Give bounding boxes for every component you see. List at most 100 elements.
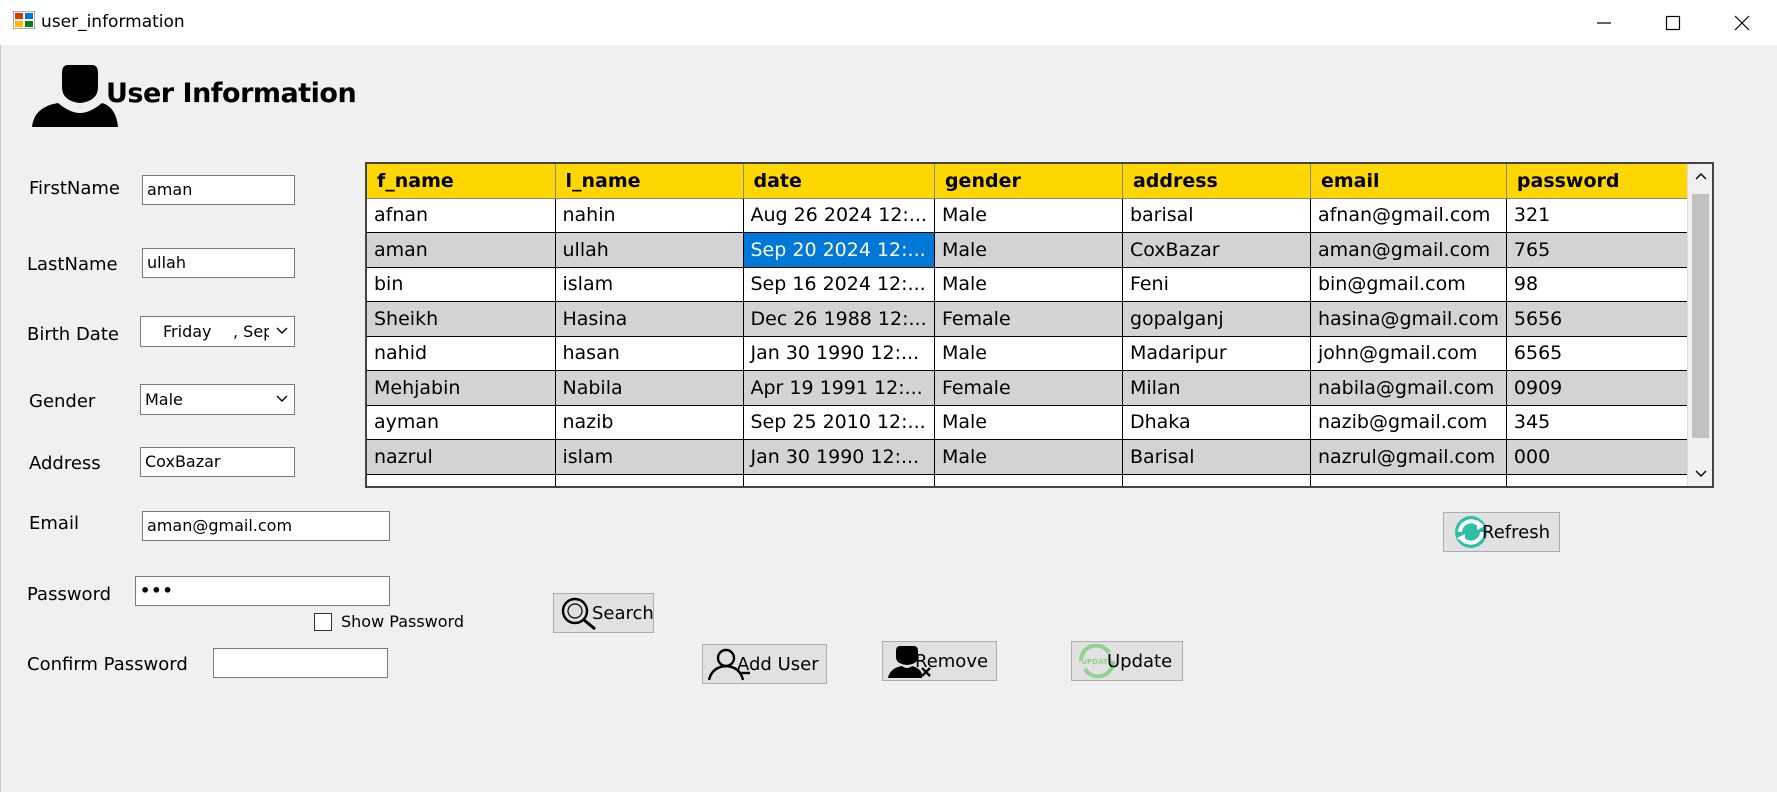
table-cell-email[interactable]: aman@gmail.com — [1310, 232, 1507, 268]
column-header-l-name[interactable]: l_name — [555, 164, 744, 199]
table-cell-date[interactable]: Sep 16 2024 12:... — [743, 267, 935, 302]
table-cell-gender[interactable]: Female — [934, 301, 1123, 337]
remove-button[interactable]: Remove — [882, 641, 997, 681]
table-cell-address[interactable]: Dhaka — [1122, 405, 1311, 440]
table-cell-l-name[interactable]: nahin — [555, 198, 744, 233]
table-cell-date[interactable]: Dec 26 1988 12:... — [743, 301, 935, 337]
table-cell-password[interactable]: 000 — [1506, 439, 1697, 475]
table-cell-address[interactable]: Barisal — [1122, 439, 1311, 475]
scroll-thumb[interactable] — [1692, 194, 1709, 438]
table-cell-date[interactable]: Sep 20 2024 12:... — [743, 232, 935, 268]
table-cell-l-name[interactable]: islam — [555, 439, 744, 475]
table-cell-f-name[interactable]: aman — [367, 232, 556, 268]
table-cell-gender[interactable]: Female — [934, 370, 1123, 406]
address-input[interactable]: CoxBazar — [140, 447, 295, 477]
table-cell-gender[interactable]: Male — [934, 336, 1123, 371]
table-cell-password[interactable]: 0909 — [1506, 370, 1697, 406]
birthdate-picker[interactable]: Friday , Sep — [140, 316, 295, 347]
gender-select[interactable]: Male — [140, 384, 295, 415]
table-cell-date[interactable]: Jan 30 1990 12:... — [743, 336, 935, 371]
table-cell-password[interactable]: 321 — [1506, 198, 1697, 233]
table-cell-gender[interactable]: Male — [934, 232, 1123, 268]
table-cell-address[interactable]: Milan — [1122, 370, 1311, 406]
confirm-password-input[interactable] — [213, 648, 388, 678]
lastname-input[interactable]: ullah — [142, 248, 295, 278]
table-cell-empty[interactable] — [934, 474, 1123, 486]
column-header-email[interactable]: email — [1310, 164, 1507, 199]
table-row[interactable]: afnan nahin Aug 26 2024 12:... Male barisal a… — [367, 198, 1697, 233]
refresh-button[interactable]: Refresh — [1443, 512, 1560, 552]
column-header-address[interactable]: address — [1122, 164, 1311, 199]
table-cell-address[interactable]: Madaripur — [1122, 336, 1311, 371]
table-cell-empty[interactable] — [743, 474, 935, 486]
table-cell-l-name[interactable]: Hasina — [555, 301, 744, 337]
table-cell-email[interactable]: nazib@gmail.com — [1310, 405, 1507, 440]
table-row[interactable]: bin islam Sep 16 2024 12:... Male Feni bin@gm… — [367, 267, 1697, 302]
table-cell-email[interactable]: afnan@gmail.com — [1310, 198, 1507, 233]
table-row[interactable]: Mehjabin Nabila Apr 19 1991 12:... Female Mi… — [367, 370, 1697, 406]
table-cell-date[interactable]: Aug 26 2024 12:... — [743, 198, 935, 233]
password-input[interactable]: ••• — [135, 576, 390, 606]
table-cell-f-name[interactable]: ayman — [367, 405, 556, 440]
table-cell-f-name[interactable]: afnan — [367, 198, 556, 233]
show-password-checkbox[interactable] — [314, 613, 332, 631]
table-cell-f-name[interactable]: Sheikh — [367, 301, 556, 337]
table-cell-address[interactable]: gopalganj — [1122, 301, 1311, 337]
firstname-input[interactable]: aman — [142, 175, 295, 205]
table-cell-empty[interactable] — [1506, 474, 1697, 486]
table-cell-l-name[interactable]: ullah — [555, 232, 744, 268]
column-header-date[interactable]: date — [743, 164, 935, 199]
table-row[interactable]: ayman nazib Sep 25 2010 12:... Male Dhaka naz… — [367, 405, 1697, 440]
table-cell-date[interactable]: Apr 19 1991 12:... — [743, 370, 935, 406]
table-row[interactable]: nazrul islam Jan 30 1990 12:... Male Barisal… — [367, 439, 1697, 475]
table-cell-email[interactable]: nabila@gmail.com — [1310, 370, 1507, 406]
table-cell-email[interactable]: bin@gmail.com — [1310, 267, 1507, 302]
table-cell-l-name[interactable]: nazib — [555, 405, 744, 440]
table-cell-empty[interactable] — [1310, 474, 1507, 486]
update-button[interactable]: UPDATE Update — [1071, 641, 1183, 681]
table-cell-l-name[interactable]: hasan — [555, 336, 744, 371]
column-header-f-name[interactable]: f_name — [367, 164, 556, 199]
table-cell-l-name[interactable]: islam — [555, 267, 744, 302]
table-cell-gender[interactable]: Male — [934, 267, 1123, 302]
close-button[interactable] — [1707, 0, 1777, 45]
users-data-grid[interactable]: f_name l_name date gender address email passwo… — [365, 162, 1714, 488]
table-row[interactable]: nahid hasan Jan 30 1990 12:... Male Madaripu… — [367, 336, 1697, 371]
table-cell-email[interactable]: nazrul@gmail.com — [1310, 439, 1507, 475]
table-cell-f-name[interactable]: nazrul — [367, 439, 556, 475]
table-cell-password[interactable]: 5656 — [1506, 301, 1697, 337]
search-button[interactable]: Search — [553, 593, 654, 633]
scroll-up-button[interactable] — [1688, 164, 1712, 188]
table-cell-email[interactable]: hasina@gmail.com — [1310, 301, 1507, 337]
table-cell-gender[interactable]: Male — [934, 439, 1123, 475]
minimize-button[interactable] — [1569, 0, 1639, 45]
table-cell-f-name[interactable]: Mehjabin — [367, 370, 556, 406]
add-user-button[interactable]: Add User — [702, 644, 827, 684]
scroll-down-button[interactable] — [1688, 462, 1712, 486]
table-cell-address[interactable]: barisal — [1122, 198, 1311, 233]
table-cell-password[interactable]: 765 — [1506, 232, 1697, 268]
table-cell-address[interactable]: Feni — [1122, 267, 1311, 302]
table-cell-password[interactable]: 345 — [1506, 405, 1697, 440]
table-cell-address[interactable]: CoxBazar — [1122, 232, 1311, 268]
table-cell-empty[interactable] — [555, 474, 744, 486]
table-cell-empty[interactable] — [367, 474, 556, 486]
email-input[interactable]: aman@gmail.com — [142, 511, 390, 541]
table-cell-password[interactable]: 98 — [1506, 267, 1697, 302]
table-row[interactable]: Sheikh Hasina Dec 26 1988 12:... Female gopa… — [367, 301, 1697, 337]
table-cell-date[interactable]: Jan 30 1990 12:... — [743, 439, 935, 475]
table-cell-date[interactable]: Sep 25 2010 12:... — [743, 405, 935, 440]
table-cell-gender[interactable]: Male — [934, 405, 1123, 440]
maximize-button[interactable] — [1638, 0, 1708, 45]
table-cell-f-name[interactable]: nahid — [367, 336, 556, 371]
table-cell-password[interactable]: 6565 — [1506, 336, 1697, 371]
table-cell-f-name[interactable]: bin — [367, 267, 556, 302]
vertical-scrollbar[interactable] — [1687, 164, 1712, 486]
table-cell-email[interactable]: john@gmail.com — [1310, 336, 1507, 371]
table-row[interactable]: aman ullah Sep 20 2024 12:... Male CoxBazar a… — [367, 232, 1697, 268]
column-header-gender[interactable]: gender — [934, 164, 1123, 199]
column-header-password[interactable]: password — [1506, 164, 1697, 199]
table-cell-empty[interactable] — [1122, 474, 1311, 486]
table-cell-l-name[interactable]: Nabila — [555, 370, 744, 406]
table-row-empty[interactable] — [367, 474, 1697, 486]
